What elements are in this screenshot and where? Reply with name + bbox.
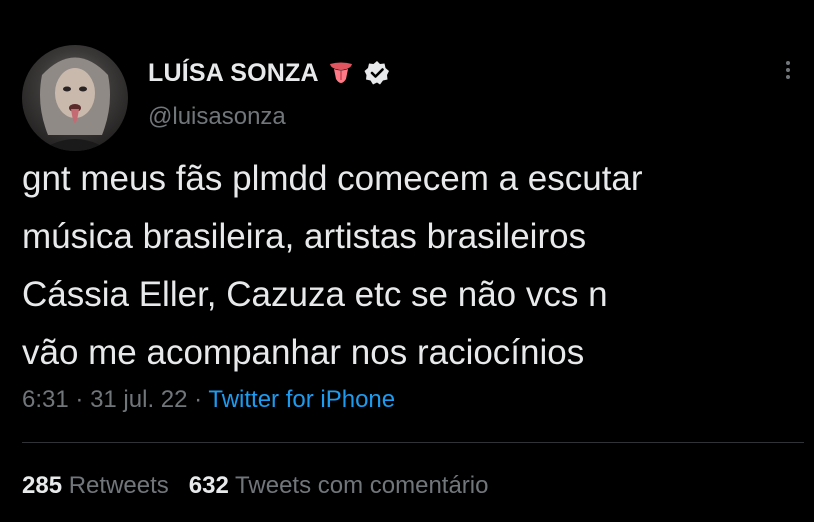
tweet-text-line: gnt meus fãs plmdd comecem a escutar bbox=[22, 159, 643, 198]
tweet-text-line: música brasileira, artistas brasileiros bbox=[22, 217, 587, 256]
divider bbox=[22, 442, 804, 443]
tweet-meta: 6:31 · 31 jul. 22 · Twitter for iPhone bbox=[22, 386, 395, 414]
author-handle[interactable]: @luisasonza bbox=[148, 103, 286, 131]
meta-separator: · bbox=[194, 386, 203, 413]
quote-tweets-stat[interactable]: 632 Tweets com comentário bbox=[189, 472, 489, 499]
retweets-stat[interactable]: 285 Retweets bbox=[22, 472, 169, 499]
tweet-stats: 285 Retweets 632 Tweets com comentário bbox=[22, 472, 488, 500]
avatar-image bbox=[40, 57, 110, 151]
meta-separator: · bbox=[75, 386, 84, 413]
tongue-emoji-icon bbox=[327, 59, 355, 87]
tweet-text-line: Cássia Eller, Cazuza etc se não vcs n bbox=[22, 275, 608, 314]
author-name-row: LUÍSA SONZA bbox=[148, 56, 391, 90]
author-display-name[interactable]: LUÍSA SONZA bbox=[148, 59, 319, 88]
avatar[interactable] bbox=[22, 45, 128, 151]
tweet-time[interactable]: 6:31 bbox=[22, 386, 69, 413]
tweet-date[interactable]: 31 jul. 22 bbox=[90, 386, 187, 413]
quote-tweets-label: Tweets com comentário bbox=[235, 472, 489, 499]
tweet-text: gnt meus fãs plmdd comecem a escutar mús… bbox=[22, 150, 802, 382]
retweets-label: Retweets bbox=[68, 472, 169, 499]
tweet-text-line: vão me acompanhar nos raciocínios bbox=[22, 333, 585, 372]
quote-tweets-count: 632 bbox=[188, 472, 229, 499]
retweets-count: 285 bbox=[22, 472, 63, 499]
tweet-card: LUÍSA SONZA @luisasonza gnt meus fãs plm… bbox=[0, 0, 814, 522]
tweet-source-link[interactable]: Twitter for iPhone bbox=[208, 386, 395, 413]
more-options-icon[interactable] bbox=[778, 58, 798, 88]
verified-badge-icon bbox=[363, 59, 391, 87]
